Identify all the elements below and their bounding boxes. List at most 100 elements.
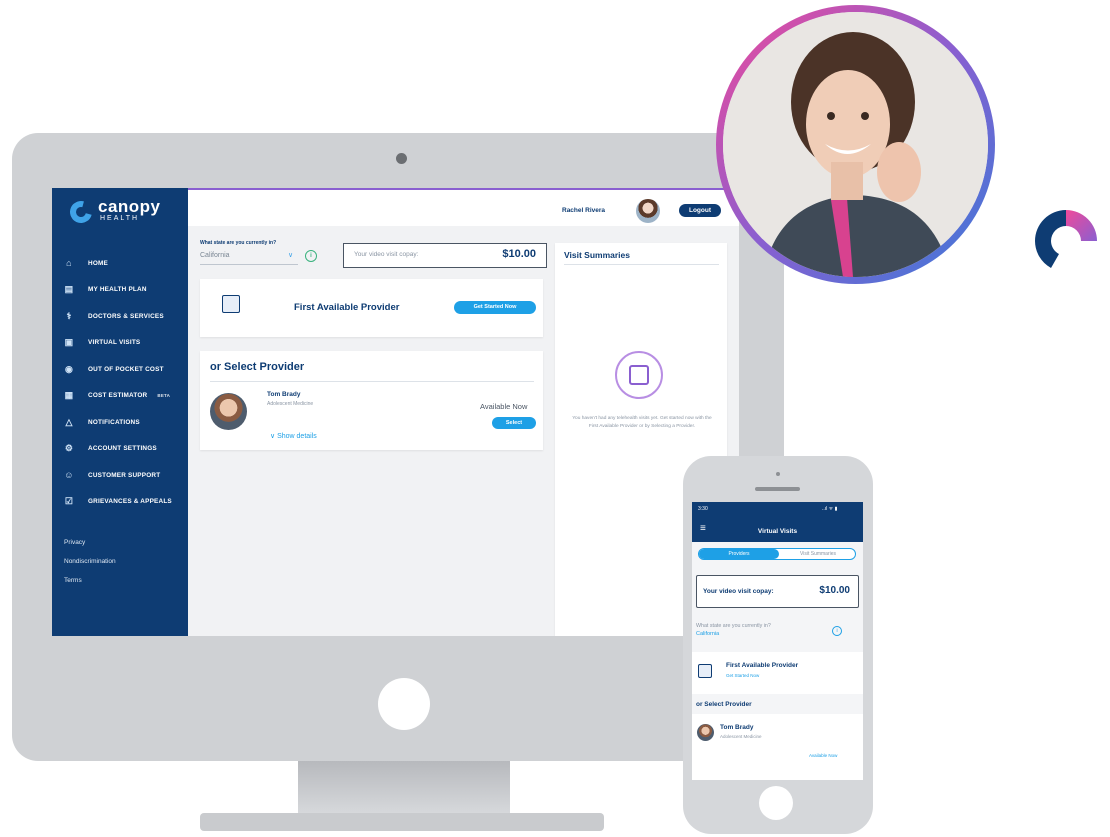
monitor-logo-button — [378, 678, 430, 730]
provider-name: Tom Brady — [267, 391, 301, 398]
sidebar-item-account-settings[interactable]: ⚙ ACCOUNT SETTINGS — [52, 436, 188, 463]
phone-first-available-card[interactable]: First Available Provider Get Started Now — [692, 652, 863, 694]
avatar[interactable] — [636, 199, 660, 223]
calendar-badge — [615, 351, 663, 399]
state-select[interactable]: California — [696, 631, 719, 637]
select-provider-button[interactable]: Select — [492, 417, 536, 429]
sidebar-item-my-health-plan[interactable]: ▤ MY HEALTH PLAN — [52, 277, 188, 304]
canopy-logo-icon — [65, 196, 97, 228]
visit-summaries-empty-text: You haven't had any telehealth visits ye… — [572, 416, 712, 429]
doctor-screen-icon — [698, 664, 712, 678]
first-available-card: First Available Provider Get Started Now — [200, 279, 543, 337]
copay-label: Your video visit copay: — [354, 251, 419, 258]
provider-photo — [697, 724, 714, 741]
header-bar: Rachel Rivera Logout — [188, 188, 739, 226]
bell-icon: △ — [65, 416, 73, 427]
sidebar-item-label: GRIEVANCES & APPEALS — [88, 498, 172, 506]
tab-providers[interactable]: Providers — [699, 549, 779, 559]
calculator-icon: ▦ — [64, 390, 74, 401]
desktop-screen: canopy HEALTH ⌂ HOME ▤ MY HEALTH PLAN ⚕ DOC… — [52, 188, 739, 636]
sidebar: canopy HEALTH ⌂ HOME ▤ MY HEALTH PLAN ⚕ DOC… — [52, 188, 188, 636]
phone-speaker — [755, 487, 800, 491]
copay-box: Your video visit copay: $10.00 — [343, 243, 547, 268]
sidebar-footer: Privacy Nondiscrimination Terms — [64, 533, 116, 590]
sidebar-item-label: MY HEALTH PLAN — [88, 286, 147, 294]
select-provider-title: or Select Provider — [210, 361, 305, 373]
phone-camera — [776, 472, 780, 476]
sidebar-item-virtual-visits[interactable]: ▣ VIRTUAL VISITS — [52, 330, 188, 357]
beta-badge: BETA — [157, 393, 171, 399]
status-signal-icon: ..ıl ᯤ ▮ — [822, 506, 838, 512]
card-icon: ▤ — [64, 284, 74, 295]
sidebar-item-label: HOME — [88, 259, 108, 267]
phone-tabs: Providers Visit Summaries — [698, 548, 856, 560]
sidebar-item-doctors-services[interactable]: ⚕ DOCTORS & SERVICES — [52, 303, 188, 330]
select-provider-card: or Select Provider Tom Brady Adolescent … — [200, 351, 543, 450]
monitor-stand — [298, 761, 510, 813]
terms-link[interactable]: Terms — [64, 571, 116, 590]
sidebar-item-cost-estimator[interactable]: ▦ COST ESTIMATOR BETA — [52, 383, 188, 410]
stethoscope-icon: ⚕ — [66, 310, 72, 321]
sidebar-nav: ⌂ HOME ▤ MY HEALTH PLAN ⚕ DOCTORS & SERVICE… — [52, 250, 188, 515]
provider-specialty: Adolescent Medicine — [720, 734, 762, 739]
nondiscrimination-link[interactable]: Nondiscrimination — [64, 552, 116, 571]
state-question-label: What state are you currently in? — [200, 240, 277, 246]
home-icon: ⌂ — [66, 258, 72, 269]
sidebar-item-label: OUT OF POCKET COST — [88, 365, 164, 373]
first-available-title: First Available Provider — [294, 302, 400, 313]
calendar-icon — [629, 365, 649, 385]
show-details-label: Show details — [277, 433, 317, 440]
get-started-button[interactable]: Get Started Now — [454, 301, 536, 314]
copay-value: $10.00 — [819, 585, 850, 596]
sidebar-item-label: ACCOUNT SETTINGS — [88, 445, 157, 453]
privacy-link[interactable]: Privacy — [64, 533, 116, 552]
provider-name: Tom Brady — [720, 724, 754, 731]
sidebar-item-label: CUSTOMER SUPPORT — [88, 471, 161, 479]
get-started-link[interactable]: Get Started Now — [726, 673, 759, 678]
phone-screen: 3:30 ..ıl ᯤ ▮ ≡ Virtual Visits Providers… — [692, 502, 863, 780]
patient-photo-illustration — [723, 12, 988, 277]
copay-value: $10.00 — [502, 248, 536, 260]
info-icon[interactable]: i — [832, 626, 842, 636]
info-icon[interactable]: i — [305, 250, 317, 262]
tab-visit-summaries[interactable]: Visit Summaries — [781, 549, 855, 559]
sidebar-item-out-of-pocket-cost[interactable]: ◉ OUT OF POCKET COST — [52, 356, 188, 383]
monitor-camera — [396, 153, 407, 164]
canopy-logo-icon — [1035, 210, 1097, 268]
phone-home-button[interactable] — [759, 786, 793, 820]
first-available-title: First Available Provider — [726, 662, 799, 669]
video-icon: ▣ — [64, 337, 74, 348]
phone-copay-box: Your video visit copay: $10.00 — [696, 575, 859, 608]
coin-icon: ◉ — [64, 363, 74, 374]
support-icon: ☺ — [64, 470, 74, 481]
sidebar-item-customer-support[interactable]: ☺ CUSTOMER SUPPORT — [52, 462, 188, 489]
state-select-value: California — [200, 252, 230, 259]
logout-button[interactable]: Logout — [679, 204, 721, 217]
monitor-stand-base — [200, 813, 604, 831]
doctor-screen-icon — [222, 295, 240, 313]
sidebar-item-grievances-appeals[interactable]: ☑ GRIEVANCES & APPEALS — [52, 489, 188, 516]
state-select[interactable]: California ∨ — [200, 248, 298, 265]
sidebar-item-label: NOTIFICATIONS — [88, 418, 140, 426]
phone-provider-card[interactable]: Tom Brady Adolescent Medicine Available … — [692, 714, 863, 780]
state-question-label: What state are you currently in? — [696, 623, 771, 629]
sidebar-item-home[interactable]: ⌂ HOME — [52, 250, 188, 277]
select-provider-title: or Select Provider — [696, 701, 752, 708]
visit-summaries-title: Visit Summaries — [564, 250, 630, 260]
phone-title: Virtual Visits — [757, 528, 798, 535]
gear-icon: ⚙ — [64, 443, 74, 454]
chevron-down-icon: ∨ — [288, 252, 294, 259]
user-name: Rachel Rivera — [562, 207, 605, 214]
divider — [210, 381, 534, 382]
sidebar-item-notifications[interactable]: △ NOTIFICATIONS — [52, 409, 188, 436]
patient-photo — [723, 12, 988, 277]
sidebar-item-label: VIRTUAL VISITS — [88, 339, 141, 347]
status-time: 3:30 — [698, 506, 708, 512]
show-details-link[interactable]: ∨ Show details — [270, 432, 317, 440]
brand-subtitle: HEALTH — [100, 215, 140, 222]
provider-specialty: Adolescent Medicine — [267, 401, 314, 407]
divider — [564, 264, 719, 265]
sidebar-item-label: COST ESTIMATOR — [88, 392, 148, 400]
provider-availability: Available Now — [480, 402, 528, 411]
brand-name: canopy — [98, 197, 161, 216]
